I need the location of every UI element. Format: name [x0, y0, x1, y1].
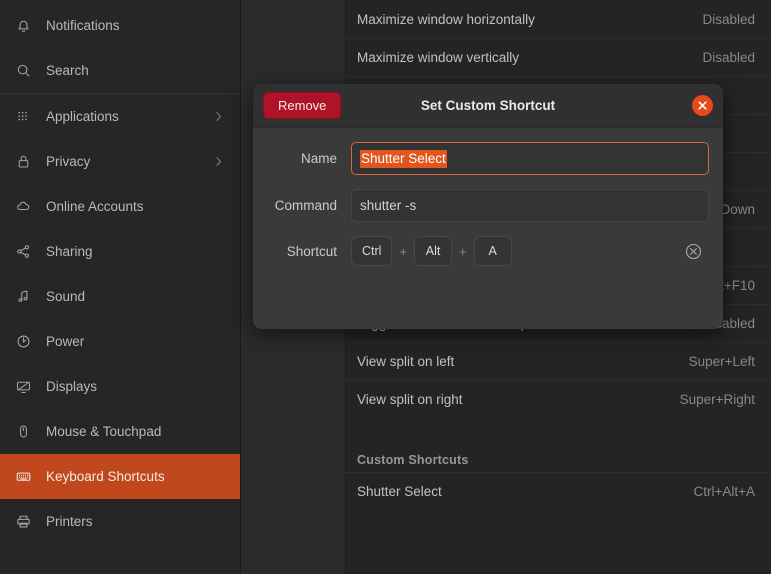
- dialog-header: Remove Set Custom Shortcut: [253, 84, 723, 128]
- sidebar-item-sound[interactable]: Sound: [0, 274, 240, 319]
- sidebar-item-sharing[interactable]: Sharing: [0, 229, 240, 274]
- command-input[interactable]: [351, 189, 709, 222]
- shortcut-field-row: Shortcut Ctrl + Alt + A: [253, 236, 709, 266]
- set-custom-shortcut-dialog: Remove Set Custom Shortcut Name Shutter …: [253, 84, 723, 329]
- power-icon: [12, 331, 34, 353]
- shortcut-value: Super+Left: [688, 354, 755, 369]
- clear-shortcut-icon[interactable]: [683, 241, 703, 261]
- share-icon: [12, 241, 34, 263]
- sidebar-item-label: Notifications: [46, 18, 120, 33]
- sidebar-item-label: Sharing: [46, 244, 93, 259]
- sidebar-item-label: Mouse & Touchpad: [46, 424, 162, 439]
- table-row[interactable]: Maximize window vertically Disabled: [346, 38, 771, 76]
- shortcut-name: View split on left: [357, 354, 455, 369]
- sidebar: Appearance Notifications Search Applicat…: [0, 0, 241, 574]
- name-label: Name: [300, 151, 337, 166]
- cloud-icon: [12, 196, 34, 218]
- sidebar-item-label: Displays: [46, 379, 98, 394]
- sidebar-item-applications[interactable]: Applications: [0, 94, 240, 139]
- music-note-icon: [12, 286, 34, 308]
- table-row[interactable]: Maximize window horizontally Disabled: [346, 0, 771, 38]
- settings-window: Maximize window horizontally Disabled Ma…: [0, 0, 771, 574]
- key-chip[interactable]: A: [473, 236, 512, 266]
- shortcut-value: Disabled: [702, 11, 755, 27]
- name-field-row: Name Shutter Select: [253, 142, 709, 175]
- table-row[interactable]: Shutter Select Ctrl+Alt+A: [346, 472, 771, 510]
- apps-grid-icon: [12, 106, 34, 128]
- list-section-header: Custom Shortcuts: [357, 453, 469, 467]
- keyboard-icon: [12, 466, 34, 488]
- shortcut-label: Shortcut: [286, 243, 337, 259]
- dialog-body: Name Shutter Select Command Shortcut Ctr…: [253, 128, 723, 266]
- sidebar-item-label: Privacy: [46, 154, 91, 169]
- sidebar-item-label: Online Accounts: [46, 199, 144, 214]
- printer-icon: [12, 511, 34, 533]
- search-icon: [12, 60, 34, 82]
- table-row[interactable]: View split on right Super+Right: [346, 380, 771, 418]
- sidebar-item-label: Sound: [46, 289, 86, 304]
- table-row[interactable]: View split on left Super+Left: [346, 342, 771, 380]
- shortcut-name: Shutter Select: [357, 484, 442, 499]
- command-label: Command: [274, 198, 337, 213]
- sidebar-item-mouse-touchpad[interactable]: Mouse & Touchpad: [0, 409, 240, 454]
- shortcut-name: Maximize window horizontally: [357, 11, 535, 27]
- key-separator: +: [459, 243, 467, 259]
- shortcut-value: Disabled: [702, 50, 755, 65]
- key-separator: +: [399, 243, 408, 259]
- sidebar-item-keyboard-shortcuts[interactable]: Keyboard Shortcuts: [0, 454, 240, 499]
- sidebar-item-power[interactable]: Power: [0, 319, 240, 364]
- name-input[interactable]: Shutter Select: [351, 142, 709, 175]
- sidebar-item-privacy[interactable]: Privacy: [0, 139, 240, 184]
- remove-button[interactable]: Remove: [263, 92, 342, 119]
- shortcut-name: Maximize window vertically: [357, 50, 520, 65]
- lock-icon: [12, 151, 34, 173]
- sidebar-item-label: Keyboard Shortcuts: [46, 469, 165, 484]
- bell-icon: [12, 15, 34, 37]
- sidebar-item-label: Search: [46, 63, 89, 78]
- sidebar-item-label: Printers: [46, 514, 93, 529]
- sidebar-item-notifications[interactable]: Notifications: [0, 3, 240, 48]
- sidebar-item-displays[interactable]: Displays: [0, 364, 240, 409]
- sidebar-item-label: Applications: [46, 109, 119, 124]
- shortcut-name: View split on right: [357, 392, 463, 407]
- sidebar-item-search[interactable]: Search: [0, 48, 240, 93]
- sidebar-item-online-accounts[interactable]: Online Accounts: [0, 184, 240, 229]
- appearance-icon: [12, 0, 34, 2]
- chevron-right-icon: [210, 109, 226, 125]
- shortcut-value: Ctrl+Alt+A: [693, 484, 755, 499]
- key-chip[interactable]: Ctrl: [351, 236, 393, 266]
- shortcut-keys[interactable]: Ctrl + Alt + A: [351, 236, 683, 266]
- chevron-right-icon: [210, 154, 226, 170]
- sidebar-item-printers[interactable]: Printers: [0, 499, 240, 544]
- name-input-value: Shutter Select: [360, 149, 447, 168]
- mouse-icon: [12, 421, 34, 443]
- close-icon[interactable]: [692, 95, 713, 116]
- command-field-row: Command: [253, 189, 709, 222]
- display-icon: [12, 376, 34, 398]
- key-chip[interactable]: Alt: [414, 236, 453, 266]
- sidebar-item-label: Power: [46, 334, 85, 349]
- shortcut-value: Super+Right: [679, 392, 755, 407]
